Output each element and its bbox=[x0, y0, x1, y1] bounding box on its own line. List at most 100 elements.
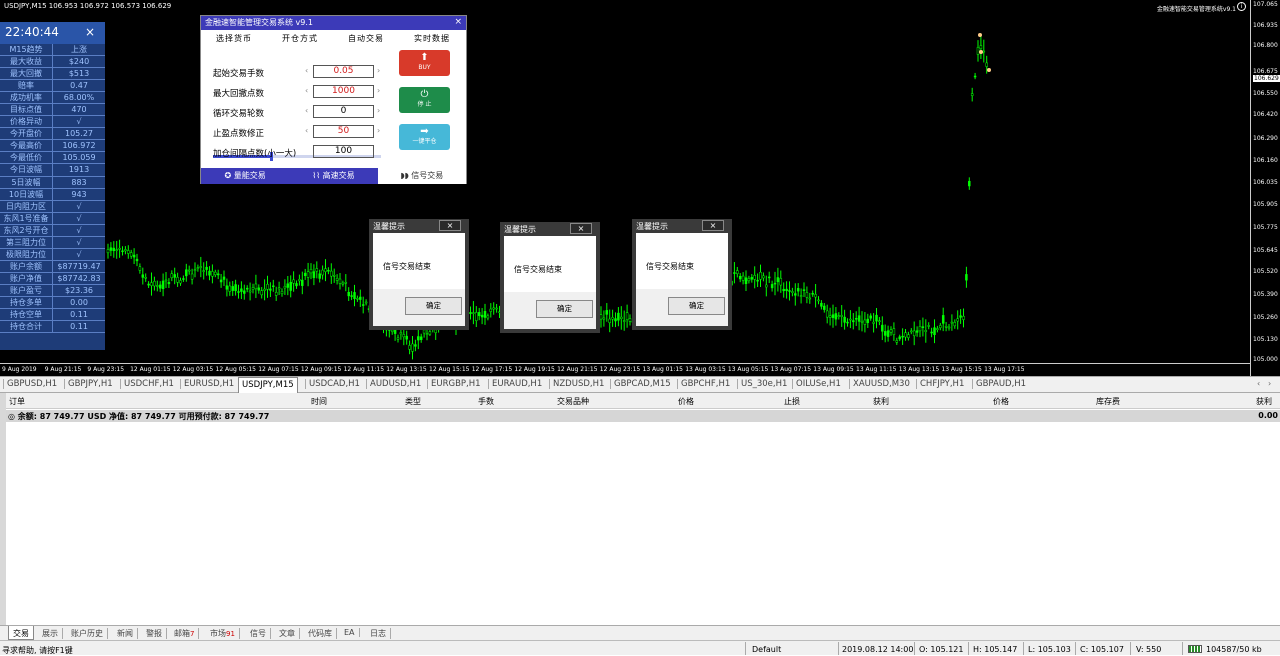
symbol-tab[interactable]: USDJPY,M15 bbox=[238, 377, 298, 393]
column-header[interactable]: 价格 bbox=[678, 396, 694, 407]
candle-body bbox=[260, 290, 263, 296]
decrement-arrow-icon[interactable]: ‹ bbox=[305, 106, 308, 115]
price-chart[interactable]: USDJPY,M15 106.953 106.972 106.573 106.6… bbox=[0, 0, 1280, 376]
symbol-tab[interactable]: USDCHF,H1 bbox=[120, 379, 177, 389]
time-label: 12 Aug 11:15 bbox=[343, 366, 385, 373]
symbol-tab[interactable]: GBPCHF,H1 bbox=[677, 379, 733, 389]
terminal-tab[interactable]: 新闻 bbox=[113, 628, 138, 639]
candle-body bbox=[280, 291, 284, 295]
candle-body bbox=[150, 282, 153, 286]
symbol-tab[interactable]: GBPUSD,H1 bbox=[3, 379, 60, 389]
panel-tab[interactable]: ⌇⌇ 高速交易 bbox=[289, 168, 378, 184]
increment-arrow-icon[interactable]: › bbox=[377, 126, 380, 135]
stat-row: 第三阻力位 √ bbox=[0, 236, 105, 249]
candle-body bbox=[193, 269, 197, 271]
symbol-tab[interactable]: EURGBP,H1 bbox=[427, 379, 484, 389]
column-header[interactable]: 手数 bbox=[478, 396, 494, 407]
terminal-tab[interactable]: EA bbox=[340, 628, 360, 637]
ea-title: 金融速智能交易管理系统v9.1 bbox=[1156, 6, 1236, 13]
panel-action-button[interactable]: ⬆ BUY bbox=[399, 50, 450, 76]
symbol-tab[interactable]: EURAUD,H1 bbox=[488, 379, 545, 389]
panel-tab[interactable]: ◗◗ 信号交易 bbox=[377, 168, 466, 184]
terminal-tab[interactable]: 展示 bbox=[38, 628, 63, 639]
column-header[interactable]: 类型 bbox=[405, 396, 421, 407]
param-label: 加仓间隔点数(小一大) bbox=[213, 149, 297, 159]
candle-body bbox=[324, 268, 327, 272]
panel-header[interactable]: 实时数据 bbox=[399, 33, 465, 44]
price-label: 105.000 bbox=[1253, 356, 1278, 363]
tab-scroll-right-icon[interactable]: › bbox=[1268, 379, 1271, 388]
column-header[interactable]: 获利 bbox=[873, 396, 889, 407]
dialog-ok-button[interactable]: 确定 bbox=[536, 300, 593, 318]
terminal-tab-label: 市场 bbox=[210, 629, 226, 638]
terminal-tab[interactable]: 日志 bbox=[366, 628, 391, 639]
stat-label: 5日波幅 bbox=[0, 176, 53, 188]
symbol-tab[interactable]: XAUUSD,M30 bbox=[849, 379, 913, 389]
param-value-input[interactable]: 100 bbox=[313, 145, 374, 158]
terminal-tab[interactable]: 交易 bbox=[8, 626, 34, 640]
column-header[interactable]: 库存费 bbox=[1096, 396, 1120, 407]
candle-body bbox=[396, 337, 400, 340]
terminal-tab[interactable]: 代码库 bbox=[304, 628, 337, 639]
panel-action-button[interactable]: ➡ 一键平仓 bbox=[399, 124, 450, 150]
terminal-tab[interactable]: 警报 bbox=[142, 628, 167, 639]
panel-header[interactable]: 开仓方式 bbox=[267, 33, 333, 44]
panel-title-bar[interactable]: 金融速智能管理交易系统 v9.1 × bbox=[201, 16, 466, 30]
dialog-close-button[interactable]: × bbox=[570, 223, 592, 234]
candle-body bbox=[805, 292, 809, 298]
balance-row[interactable]: ◎ 余额: 87 749.77 USD 净值: 87 749.77 可用预付款:… bbox=[6, 410, 1280, 422]
stat-value: 上涨 bbox=[71, 45, 87, 54]
column-header[interactable]: 订单 bbox=[9, 396, 25, 407]
column-header[interactable]: 价格 bbox=[993, 396, 1009, 407]
candle-body bbox=[962, 316, 965, 320]
decrement-arrow-icon[interactable]: ‹ bbox=[305, 66, 308, 75]
terminal-tab[interactable]: 信号 bbox=[246, 628, 271, 639]
panel-header[interactable]: 选择货币 bbox=[201, 33, 267, 44]
terminal-tab[interactable]: 账户历史 bbox=[67, 628, 108, 639]
symbol-tab[interactable]: US_30e,H1 bbox=[737, 379, 790, 389]
terminal-tab[interactable]: 邮箱7 bbox=[170, 628, 200, 639]
price-label: 105.905 bbox=[1253, 201, 1278, 208]
tab-scroll-left-icon[interactable]: ‹ bbox=[1257, 379, 1260, 388]
candle-body bbox=[602, 317, 606, 320]
increment-arrow-icon[interactable]: › bbox=[377, 106, 380, 115]
column-header[interactable]: 止损 bbox=[784, 396, 800, 407]
panel-tab[interactable]: ✪ 量能交易 bbox=[201, 168, 290, 184]
time-label: 13 Aug 15:15 bbox=[941, 366, 982, 373]
candle-body bbox=[863, 319, 867, 325]
stats-close-button[interactable]: × bbox=[85, 25, 95, 39]
terminal-tab[interactable]: 文章 bbox=[275, 628, 300, 639]
column-header[interactable]: 时间 bbox=[311, 396, 327, 407]
dialog-ok-button[interactable]: 确定 bbox=[405, 297, 462, 315]
param-value-input[interactable]: 1000 bbox=[313, 85, 374, 98]
panel-action-button[interactable]: ⏻ 停 止 bbox=[399, 87, 450, 113]
symbol-tab[interactable]: NZDUSD,H1 bbox=[549, 379, 607, 389]
symbol-tab[interactable]: GBPJPY,H1 bbox=[64, 379, 116, 389]
symbol-tab[interactable]: EURUSD,H1 bbox=[180, 379, 237, 389]
candle-body bbox=[216, 273, 220, 276]
symbol-tab[interactable]: AUDUSD,H1 bbox=[366, 379, 424, 389]
symbol-tab[interactable]: CHFJPY,H1 bbox=[916, 379, 967, 389]
terminal-tab[interactable]: 市场91 bbox=[206, 628, 240, 639]
dialog-ok-button[interactable]: 确定 bbox=[668, 297, 725, 315]
column-header[interactable]: 获利 bbox=[1256, 396, 1272, 407]
info-icon[interactable]: i bbox=[1237, 2, 1246, 11]
dialog-close-button[interactable]: × bbox=[439, 220, 461, 231]
stat-value: √ bbox=[76, 249, 82, 259]
column-header[interactable]: 交易品种 bbox=[557, 396, 589, 407]
increment-arrow-icon[interactable]: › bbox=[377, 86, 380, 95]
symbol-tab[interactable]: GBPAUD,H1 bbox=[972, 379, 1029, 389]
increment-arrow-icon[interactable]: › bbox=[377, 66, 380, 75]
decrement-arrow-icon[interactable]: ‹ bbox=[305, 126, 308, 135]
dialog-close-button[interactable]: × bbox=[702, 220, 724, 231]
symbol-tab[interactable]: OILUSe,H1 bbox=[792, 379, 844, 389]
symbol-tab[interactable]: GBPCAD,M15 bbox=[610, 379, 674, 389]
param-value-input[interactable]: 50 bbox=[313, 125, 374, 138]
param-value-input[interactable]: 0 bbox=[313, 105, 374, 118]
panel-header[interactable]: 自动交易 bbox=[333, 33, 399, 44]
decrement-arrow-icon[interactable]: ‹ bbox=[305, 86, 308, 95]
terminal-tab-label: 账户历史 bbox=[71, 629, 103, 638]
param-value-input[interactable]: 0.05 bbox=[313, 65, 374, 78]
panel-close-button[interactable]: × bbox=[454, 17, 462, 27]
symbol-tab[interactable]: USDCAD,H1 bbox=[305, 379, 363, 389]
